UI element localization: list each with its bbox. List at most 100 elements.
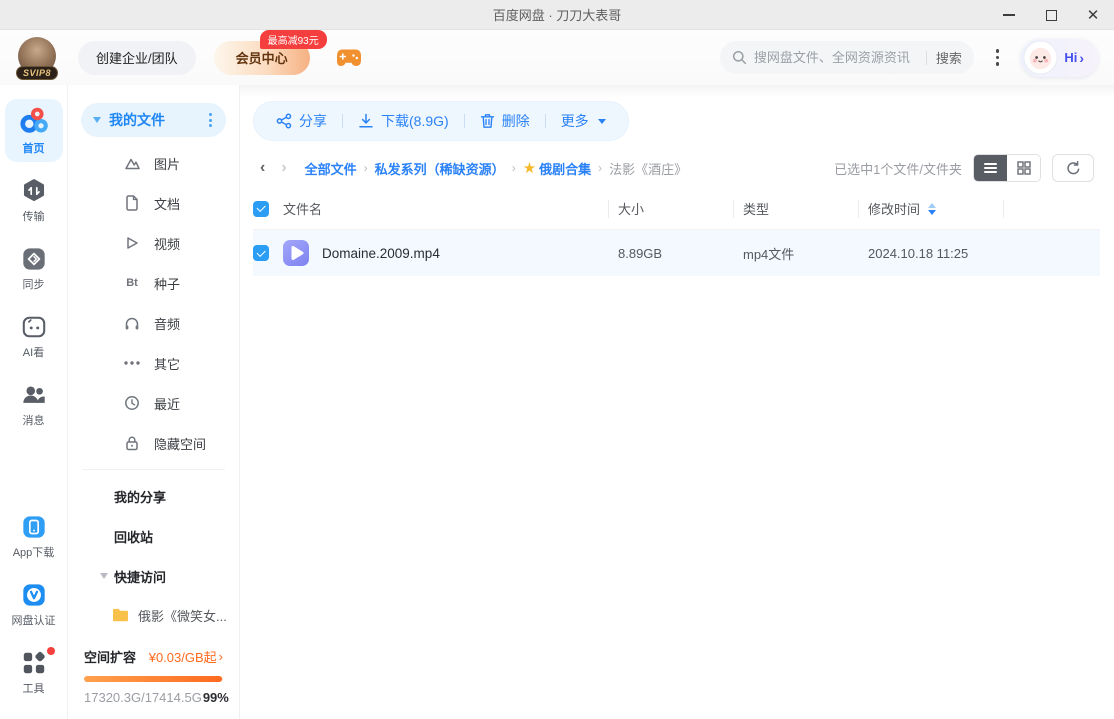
tree-list: 图片 文档 视频 Bt 种子 音频 其它 最近 隐藏空间 (68, 143, 239, 463)
search-icon (732, 50, 746, 65)
file-size: 8.89GB (618, 245, 663, 261)
list-view-button[interactable] (974, 155, 1007, 181)
breadcrumb-current: 法影《酒庄》 (609, 161, 688, 177)
table-row[interactable]: Domaine.2009.mp4 8.89GB mp4文件 2024.10.18… (253, 230, 1100, 276)
user-avatar[interactable]: SVIP8 (15, 36, 59, 80)
search-divider (925, 50, 927, 65)
storage-panel: 空间扩容 ¥0.03/GB起 › 17320.3G/17414.5G 99% (68, 637, 239, 719)
assistant-label: Hi (1064, 50, 1078, 65)
assistant-pill[interactable]: Hi › (1021, 38, 1098, 77)
nav-item-home[interactable]: 首页 (4, 99, 63, 162)
messages-icon (22, 386, 45, 403)
storage-progress-bar (84, 676, 223, 682)
nav-item-messages[interactable]: 消息 (5, 375, 63, 434)
tree-item-my-files[interactable]: 我的文件 (81, 103, 226, 137)
search-button[interactable]: 搜索 (936, 48, 962, 67)
breadcrumb-separator: › (363, 161, 368, 175)
more-menu-icon[interactable] (990, 43, 1006, 72)
my-files-menu-icon[interactable] (207, 109, 214, 131)
create-team-button[interactable]: 创建企业/团队 (78, 40, 196, 75)
selection-info: 已选中1个文件/文件夹 (834, 161, 962, 177)
row-checkbox[interactable] (253, 245, 269, 261)
nav-item-transfer[interactable]: 传输 (5, 171, 63, 230)
breadcrumb-all-files[interactable]: 全部文件 (305, 159, 357, 178)
nav-item-ai-view[interactable]: AI看 (5, 307, 63, 366)
verification-icon (22, 584, 45, 606)
storage-price-link[interactable]: ¥0.03/GB起 (149, 647, 217, 666)
game-icon[interactable] (336, 48, 362, 67)
chevron-right-icon: › (1079, 49, 1084, 66)
tree-divider (82, 469, 225, 470)
vip-center-button[interactable]: 会员中心 最高减93元 (213, 29, 327, 75)
tree-item-recycle-bin[interactable]: 回收站 (68, 516, 239, 556)
table-header: 文件名 大小 类型 修改时间 (253, 188, 1100, 230)
search-input[interactable] (753, 50, 922, 65)
tree-item-my-shares[interactable]: 我的分享 (68, 476, 239, 516)
app-download-icon (22, 516, 45, 538)
chevron-down-icon (597, 118, 606, 124)
tree-item-quick-folder[interactable]: 俄影《微笑女... (68, 596, 239, 634)
chevron-right-icon: › (218, 649, 223, 664)
column-header-name[interactable]: 文件名 (283, 199, 608, 218)
refresh-button[interactable] (1052, 154, 1094, 182)
maximize-icon (1045, 9, 1057, 21)
netdisk-logo-icon (19, 107, 48, 133)
window-controls: ✕ (988, 0, 1114, 30)
breadcrumb-row: ‹ › 全部文件 › 私发系列（稀缺资源） › ★ 俄剧合集 › 法影《酒庄》 … (260, 152, 1094, 184)
refresh-icon (1066, 160, 1079, 174)
folder-tree-panel: 我的文件 图片 文档 视频 Bt 种子 音频 其它 最近 隐藏空间 我的分享 回… (68, 85, 240, 719)
nav-item-app-download[interactable]: App下载 (5, 507, 63, 566)
tree-item-pictures[interactable]: 图片 (68, 143, 239, 183)
video-file-icon (283, 240, 309, 266)
tree-item-quick-access[interactable]: 快捷访问 (68, 556, 239, 596)
play-icon (123, 235, 141, 251)
breadcrumb-collection[interactable]: 俄剧合集 (539, 159, 591, 178)
breadcrumb-series[interactable]: 私发系列（稀缺资源） (375, 159, 505, 178)
folder-icon (113, 608, 128, 622)
tree-item-torrents[interactable]: Bt 种子 (68, 263, 239, 303)
list-view-icon (984, 162, 997, 174)
nav-item-sync[interactable]: 同步 (5, 239, 63, 298)
nav-item-verification[interactable]: 网盘认证 (5, 575, 63, 634)
back-button[interactable]: ‹ (260, 160, 265, 176)
delete-button[interactable]: 删除 (480, 111, 530, 131)
tree-item-recent[interactable]: 最近 (68, 383, 239, 423)
storage-usage: 17320.3G/17414.5G (84, 690, 202, 705)
sort-icon[interactable] (928, 202, 937, 215)
more-button[interactable]: 更多 (561, 111, 606, 131)
column-header-type[interactable]: 类型 (733, 199, 858, 218)
maximize-button[interactable] (1030, 0, 1072, 30)
ellipsis-icon (123, 361, 141, 365)
tree-item-audio[interactable]: 音频 (68, 303, 239, 343)
tree-item-hidden-space[interactable]: 隐藏空间 (68, 423, 239, 463)
column-header-time[interactable]: 修改时间 (858, 199, 1003, 218)
close-button[interactable]: ✕ (1072, 0, 1114, 30)
list-controls: 已选中1个文件/文件夹 (834, 154, 1094, 182)
window-title: 百度网盘 · 刀刀大表哥 (492, 8, 622, 23)
search-box[interactable]: 搜索 (719, 41, 974, 74)
column-header-size[interactable]: 大小 (608, 199, 733, 218)
lock-icon (123, 435, 141, 451)
forward-button[interactable]: › (281, 160, 286, 176)
grid-view-icon (1016, 161, 1031, 175)
file-table: 文件名 大小 类型 修改时间 Domaine.2009.mp4 8.89GB m… (253, 188, 1100, 276)
document-icon (123, 195, 141, 211)
file-name[interactable]: Domaine.2009.mp4 (322, 246, 440, 261)
minimize-button[interactable] (988, 0, 1030, 30)
download-button[interactable]: 下载(8.9G) (358, 111, 449, 131)
ai-view-icon (22, 316, 45, 338)
tree-item-videos[interactable]: 视频 (68, 223, 239, 263)
grid-view-button[interactable] (1007, 155, 1040, 181)
share-button[interactable]: 分享 (276, 111, 327, 131)
download-icon (359, 113, 373, 128)
tools-icon (23, 651, 45, 674)
nav-item-tools[interactable]: 工具 (5, 643, 63, 702)
select-all-checkbox[interactable] (253, 200, 269, 217)
trash-icon (480, 114, 494, 128)
transfer-icon (23, 179, 44, 202)
breadcrumb-separator: › (511, 161, 516, 175)
tree-item-documents[interactable]: 文档 (68, 183, 239, 223)
storage-expand-label: 空间扩容 (84, 650, 137, 665)
tree-item-others[interactable]: 其它 (68, 343, 239, 383)
nav-rail: 首页 传输 同步 AI看 消息 App下载 网盘认证 工具 (0, 85, 68, 719)
